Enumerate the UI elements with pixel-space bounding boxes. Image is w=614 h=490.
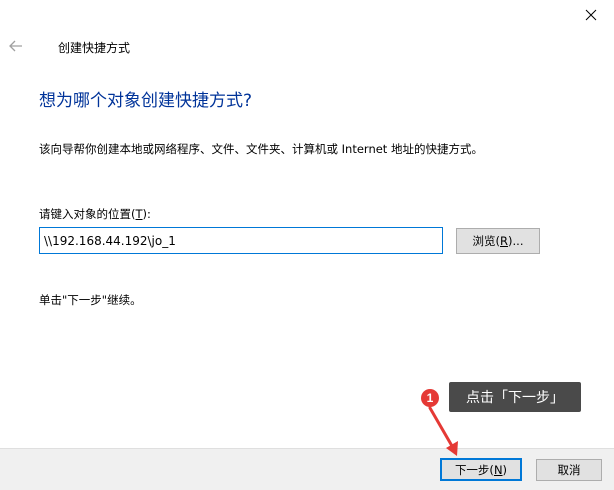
- step-badge: 1: [421, 389, 439, 407]
- wizard-description: 该向导帮你创建本地或网络程序、文件、文件夹、计算机或 Internet 地址的快…: [39, 142, 483, 156]
- cancel-button[interactable]: 取消: [536, 459, 602, 481]
- location-label: 请键入对象的位置(T):: [39, 207, 151, 221]
- back-button[interactable]: [6, 36, 26, 56]
- wizard-title: 创建快捷方式: [58, 41, 131, 55]
- page-heading: 想为哪个对象创建快捷方式?: [39, 91, 253, 111]
- next-button[interactable]: 下一步(N): [440, 458, 522, 481]
- instruction-callout: 点击「下一步」: [449, 382, 581, 412]
- location-input[interactable]: [39, 227, 443, 254]
- continue-hint: 单击"下一步"继续。: [39, 293, 142, 307]
- create-shortcut-dialog: 创建快捷方式 想为哪个对象创建快捷方式? 该向导帮你创建本地或网络程序、文件、文…: [0, 0, 614, 490]
- close-icon: [585, 9, 597, 21]
- back-arrow-icon: [9, 40, 22, 52]
- browse-button[interactable]: 浏览(R)...: [456, 228, 540, 254]
- close-button[interactable]: [568, 0, 614, 30]
